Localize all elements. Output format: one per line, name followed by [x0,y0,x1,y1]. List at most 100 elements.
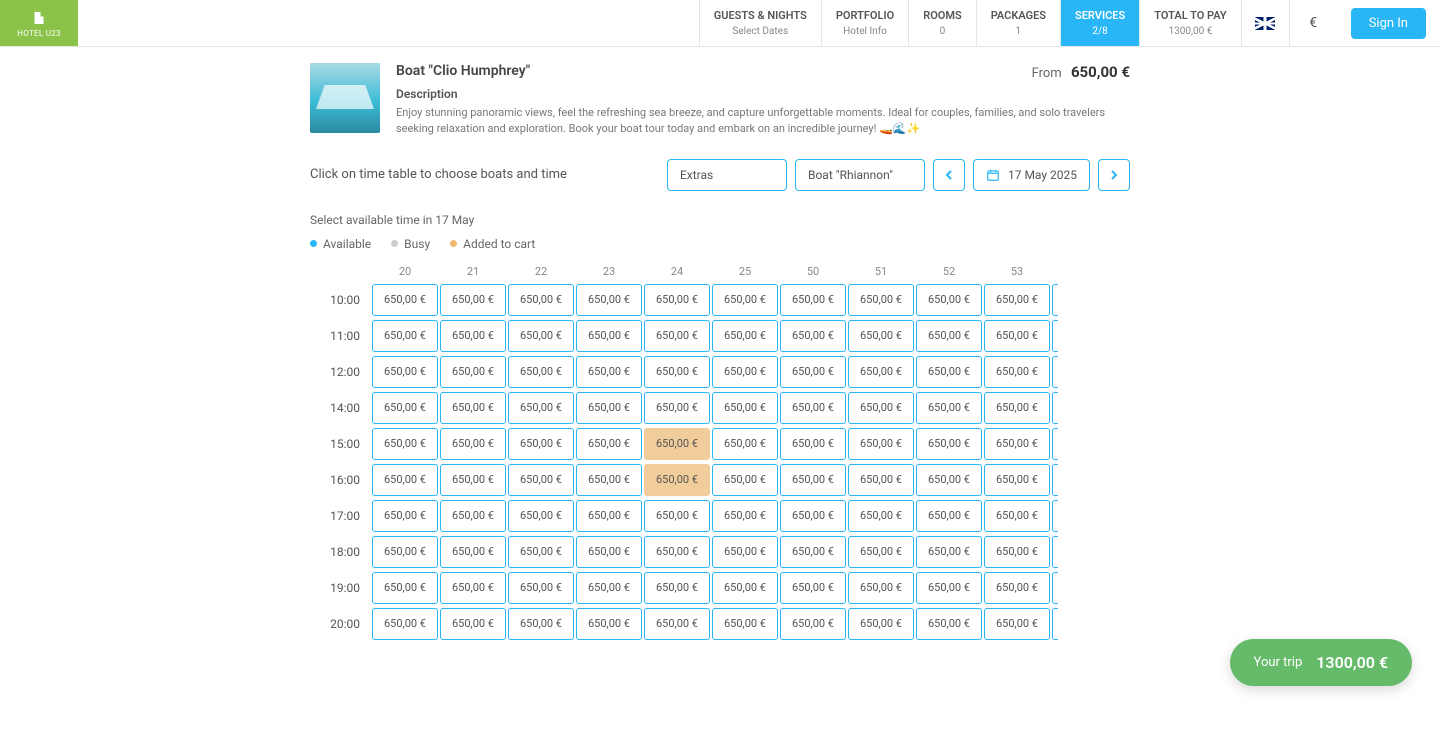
time-slot[interactable]: 650,00 € [644,428,710,460]
time-slot[interactable]: 650,00 € [916,608,982,640]
time-slot[interactable]: 650,00 € [372,464,438,496]
time-slot[interactable]: 650,00 € [916,572,982,604]
extras-select[interactable]: Extras [667,159,787,191]
overflow-slot[interactable] [1052,536,1058,568]
time-slot[interactable]: 650,00 € [712,428,778,460]
time-slot[interactable]: 650,00 € [576,284,642,316]
currency-selector[interactable]: € [1289,0,1337,46]
time-slot[interactable]: 650,00 € [440,320,506,352]
date-picker[interactable]: 17 May 2025 [973,159,1090,191]
time-slot[interactable]: 650,00 € [984,320,1050,352]
nav-item-0[interactable]: GUESTS & NIGHTSSelect Dates [699,0,821,46]
time-slot[interactable]: 650,00 € [576,608,642,640]
time-slot[interactable]: 650,00 € [848,392,914,424]
time-slot[interactable]: 650,00 € [712,284,778,316]
time-slot[interactable]: 650,00 € [576,500,642,532]
time-slot[interactable]: 650,00 € [984,464,1050,496]
time-slot[interactable]: 650,00 € [984,392,1050,424]
time-slot[interactable]: 650,00 € [712,572,778,604]
time-slot[interactable]: 650,00 € [508,464,574,496]
time-slot[interactable]: 650,00 € [508,428,574,460]
overflow-slot[interactable] [1052,572,1058,604]
time-slot[interactable]: 650,00 € [644,356,710,388]
time-slot[interactable]: 650,00 € [780,536,846,568]
time-slot[interactable]: 650,00 € [644,320,710,352]
time-slot[interactable]: 650,00 € [440,536,506,568]
time-slot[interactable]: 650,00 € [848,464,914,496]
time-slot[interactable]: 650,00 € [780,356,846,388]
nav-item-5[interactable]: TOTAL TO PAY1300,00 € [1139,0,1240,46]
time-slot[interactable]: 650,00 € [984,572,1050,604]
time-slot[interactable]: 650,00 € [848,536,914,568]
time-slot[interactable]: 650,00 € [848,500,914,532]
boat-select[interactable]: Boat "Rhiannon" [795,159,925,191]
time-slot[interactable]: 650,00 € [576,464,642,496]
time-slot[interactable]: 650,00 € [712,464,778,496]
overflow-slot[interactable] [1052,428,1058,460]
time-slot[interactable]: 650,00 € [780,464,846,496]
time-slot[interactable]: 650,00 € [848,572,914,604]
time-slot[interactable]: 650,00 € [984,608,1050,640]
signin-button[interactable]: Sign In [1351,8,1426,39]
time-slot[interactable]: 650,00 € [508,392,574,424]
time-slot[interactable]: 650,00 € [440,572,506,604]
time-slot[interactable]: 650,00 € [644,392,710,424]
time-slot[interactable]: 650,00 € [644,572,710,604]
time-slot[interactable]: 650,00 € [916,392,982,424]
language-selector[interactable] [1241,0,1289,46]
time-slot[interactable]: 650,00 € [712,536,778,568]
time-slot[interactable]: 650,00 € [780,500,846,532]
time-slot[interactable]: 650,00 € [372,392,438,424]
time-slot[interactable]: 650,00 € [916,428,982,460]
overflow-slot[interactable] [1052,500,1058,532]
time-slot[interactable]: 650,00 € [780,392,846,424]
time-slot[interactable]: 650,00 € [576,536,642,568]
time-slot[interactable]: 650,00 € [508,320,574,352]
time-slot[interactable]: 650,00 € [644,284,710,316]
time-slot[interactable]: 650,00 € [440,500,506,532]
time-slot[interactable]: 650,00 € [780,320,846,352]
time-slot[interactable]: 650,00 € [848,428,914,460]
overflow-slot[interactable] [1052,464,1058,496]
time-slot[interactable]: 650,00 € [576,320,642,352]
time-slot[interactable]: 650,00 € [440,356,506,388]
time-slot[interactable]: 650,00 € [508,608,574,640]
time-slot[interactable]: 650,00 € [508,572,574,604]
time-slot[interactable]: 650,00 € [508,500,574,532]
time-slot[interactable]: 650,00 € [712,356,778,388]
time-slot[interactable]: 650,00 € [508,356,574,388]
time-slot[interactable]: 650,00 € [644,464,710,496]
time-slot[interactable]: 650,00 € [984,536,1050,568]
time-slot[interactable]: 650,00 € [372,572,438,604]
time-slot[interactable]: 650,00 € [780,572,846,604]
time-slot[interactable]: 650,00 € [712,392,778,424]
time-slot[interactable]: 650,00 € [372,284,438,316]
time-slot[interactable]: 650,00 € [576,572,642,604]
time-slot[interactable]: 650,00 € [372,356,438,388]
nav-item-2[interactable]: ROOMS0 [908,0,976,46]
time-slot[interactable]: 650,00 € [984,284,1050,316]
time-slot[interactable]: 650,00 € [372,500,438,532]
nav-item-1[interactable]: PORTFOLIOHotel Info [821,0,908,46]
overflow-slot[interactable] [1052,392,1058,424]
time-slot[interactable]: 650,00 € [916,320,982,352]
boat-thumbnail[interactable] [310,63,380,133]
time-slot[interactable]: 650,00 € [508,284,574,316]
time-slot[interactable]: 650,00 € [576,392,642,424]
time-slot[interactable]: 650,00 € [916,500,982,532]
time-slot[interactable]: 650,00 € [440,464,506,496]
time-slot[interactable]: 650,00 € [440,608,506,640]
date-prev-button[interactable] [933,159,965,191]
time-slot[interactable]: 650,00 € [848,608,914,640]
time-slot[interactable]: 650,00 € [440,392,506,424]
time-slot[interactable]: 650,00 € [372,608,438,640]
time-slot[interactable]: 650,00 € [984,356,1050,388]
logo[interactable]: HOTEL U23 [0,0,78,46]
time-slot[interactable]: 650,00 € [780,608,846,640]
time-slot[interactable]: 650,00 € [644,608,710,640]
nav-item-3[interactable]: PACKAGES1 [976,0,1060,46]
trip-summary-pill[interactable]: Your trip 1300,00 € [1230,639,1412,686]
time-slot[interactable]: 650,00 € [984,428,1050,460]
time-slot[interactable]: 650,00 € [780,284,846,316]
overflow-slot[interactable] [1052,320,1058,352]
